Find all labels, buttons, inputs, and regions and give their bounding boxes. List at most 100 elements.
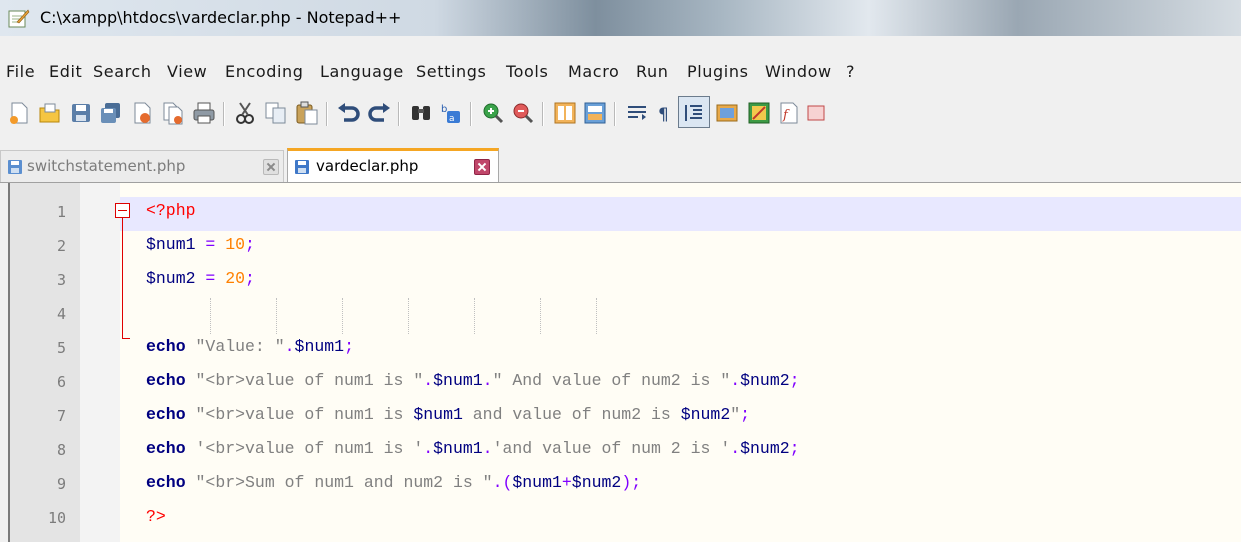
code-token: echo bbox=[146, 439, 186, 458]
code-token: 'and value of num 2 is ' bbox=[492, 439, 731, 458]
toolbar-separator bbox=[470, 102, 472, 126]
toolbar-separator bbox=[326, 102, 328, 126]
save-icon[interactable] bbox=[68, 100, 94, 126]
code-token: ; bbox=[789, 371, 800, 390]
close-tab-icon[interactable] bbox=[474, 159, 490, 175]
code-token: 20 bbox=[225, 269, 246, 288]
svg-text:a: a bbox=[449, 114, 455, 124]
close-all-icon[interactable] bbox=[160, 100, 186, 126]
code-token: $num1 bbox=[433, 439, 483, 458]
code-token: . bbox=[482, 371, 493, 390]
code-token: echo bbox=[146, 473, 186, 492]
line-number: 3 bbox=[56, 271, 66, 289]
code-token: $num1 bbox=[433, 371, 483, 390]
open-file-icon[interactable] bbox=[37, 100, 63, 126]
code-line: echo "Value: ".$num1; bbox=[146, 337, 354, 357]
fold-margin bbox=[80, 183, 120, 542]
code-token: $num1 bbox=[146, 235, 196, 254]
replace-icon[interactable]: ba bbox=[438, 100, 464, 126]
line-number: 8 bbox=[56, 441, 66, 459]
code-token: ; bbox=[245, 269, 255, 288]
menu-run[interactable]: Run bbox=[636, 62, 668, 81]
fold-end-marker bbox=[122, 338, 130, 339]
toolbar-separator bbox=[542, 102, 544, 126]
save-all-icon[interactable] bbox=[98, 100, 124, 126]
code-token: = bbox=[195, 269, 226, 288]
code-token: $num2 bbox=[146, 269, 196, 288]
code-token: <?php bbox=[146, 201, 196, 220]
code-token: $num1 bbox=[512, 473, 562, 492]
menu-window[interactable]: Window bbox=[765, 62, 832, 81]
copy-icon[interactable] bbox=[263, 100, 289, 126]
code-token: .( bbox=[492, 473, 513, 492]
line-number: 10 bbox=[47, 509, 66, 527]
tab-switchstatement[interactable]: switchstatement.php bbox=[0, 150, 284, 182]
indent-guide bbox=[408, 298, 410, 334]
zoom-in-icon[interactable] bbox=[480, 100, 506, 126]
cut-icon[interactable] bbox=[232, 100, 258, 126]
code-line: ?> bbox=[146, 507, 166, 527]
tab-label: vardeclar.php bbox=[316, 157, 419, 175]
code-token: echo bbox=[146, 405, 186, 424]
code-token: $num1 bbox=[413, 405, 463, 424]
menu-bar: File Edit Search View Encoding Language … bbox=[0, 56, 1241, 86]
code-token: $num2 bbox=[571, 473, 622, 492]
more-icon[interactable] bbox=[806, 100, 826, 126]
tab-label: switchstatement.php bbox=[27, 157, 186, 175]
menu-macro[interactable]: Macro bbox=[568, 62, 619, 81]
code-line: $num1 = 10; bbox=[146, 235, 255, 255]
macro-record-icon[interactable]: f bbox=[776, 100, 802, 126]
zoom-out-icon[interactable] bbox=[510, 100, 536, 126]
menu-settings[interactable]: Settings bbox=[416, 62, 486, 81]
menu-help[interactable]: ? bbox=[846, 62, 855, 81]
line-number: 2 bbox=[56, 237, 66, 255]
toolbar-separator bbox=[614, 102, 616, 126]
function-list-icon[interactable] bbox=[746, 100, 772, 126]
menu-search[interactable]: Search bbox=[93, 62, 152, 81]
line-number: 7 bbox=[56, 407, 66, 425]
code-line: echo "<br>value of num1 is $num1 and val… bbox=[146, 405, 750, 425]
code-token: "<br>value of num1 is bbox=[185, 405, 414, 424]
code-line: $num2 = 20; bbox=[146, 269, 255, 289]
new-file-icon[interactable] bbox=[6, 100, 32, 126]
code-token: echo bbox=[146, 371, 186, 390]
show-all-chars-icon[interactable]: ¶ bbox=[652, 100, 678, 126]
menu-edit[interactable]: Edit bbox=[49, 62, 82, 81]
find-icon[interactable] bbox=[408, 100, 434, 126]
close-tab-icon[interactable] bbox=[263, 159, 279, 175]
code-token: $num2 bbox=[740, 371, 790, 390]
indent-guide bbox=[540, 298, 542, 334]
menu-tools[interactable]: Tools bbox=[506, 62, 548, 81]
menu-language[interactable]: Language bbox=[320, 62, 404, 81]
saved-disk-icon bbox=[295, 160, 309, 174]
sync-vertical-icon[interactable] bbox=[552, 100, 578, 126]
code-token: '<br>value of num1 is ' bbox=[185, 439, 424, 458]
indent-guide bbox=[342, 298, 344, 334]
code-token: " And value of num2 is " bbox=[492, 371, 731, 390]
tab-vardeclar[interactable]: vardeclar.php bbox=[287, 148, 499, 182]
menu-encoding[interactable]: Encoding bbox=[225, 62, 304, 81]
indent-guide-icon[interactable] bbox=[681, 100, 707, 126]
menu-view[interactable]: View bbox=[167, 62, 207, 81]
redo-icon[interactable] bbox=[366, 100, 392, 126]
fold-collapse-icon[interactable] bbox=[115, 203, 130, 218]
menu-plugins[interactable]: Plugins bbox=[687, 62, 749, 81]
paste-icon[interactable] bbox=[294, 100, 320, 126]
window-title: C:\xampp\htdocs\vardeclar.php - Notepad+… bbox=[40, 8, 402, 27]
print-icon[interactable] bbox=[191, 100, 217, 126]
indent-guide bbox=[596, 298, 598, 334]
tab-bar: switchstatement.php vardeclar.php bbox=[0, 144, 1241, 183]
toolbar: ba ¶ f bbox=[0, 94, 1241, 138]
word-wrap-icon[interactable] bbox=[624, 100, 650, 126]
close-icon[interactable] bbox=[129, 100, 155, 126]
menu-file[interactable]: File bbox=[6, 62, 35, 81]
code-token: "<br>Sum of num1 and num2 is " bbox=[185, 473, 493, 492]
code-token: $num2 bbox=[740, 439, 790, 458]
current-line-highlight bbox=[120, 197, 1241, 231]
doc-map-icon[interactable] bbox=[714, 100, 740, 126]
svg-text:b: b bbox=[441, 104, 447, 115]
code-token: 10 bbox=[225, 235, 246, 254]
sync-horizontal-icon[interactable] bbox=[582, 100, 608, 126]
undo-icon[interactable] bbox=[336, 100, 362, 126]
code-token: ; bbox=[740, 405, 751, 424]
